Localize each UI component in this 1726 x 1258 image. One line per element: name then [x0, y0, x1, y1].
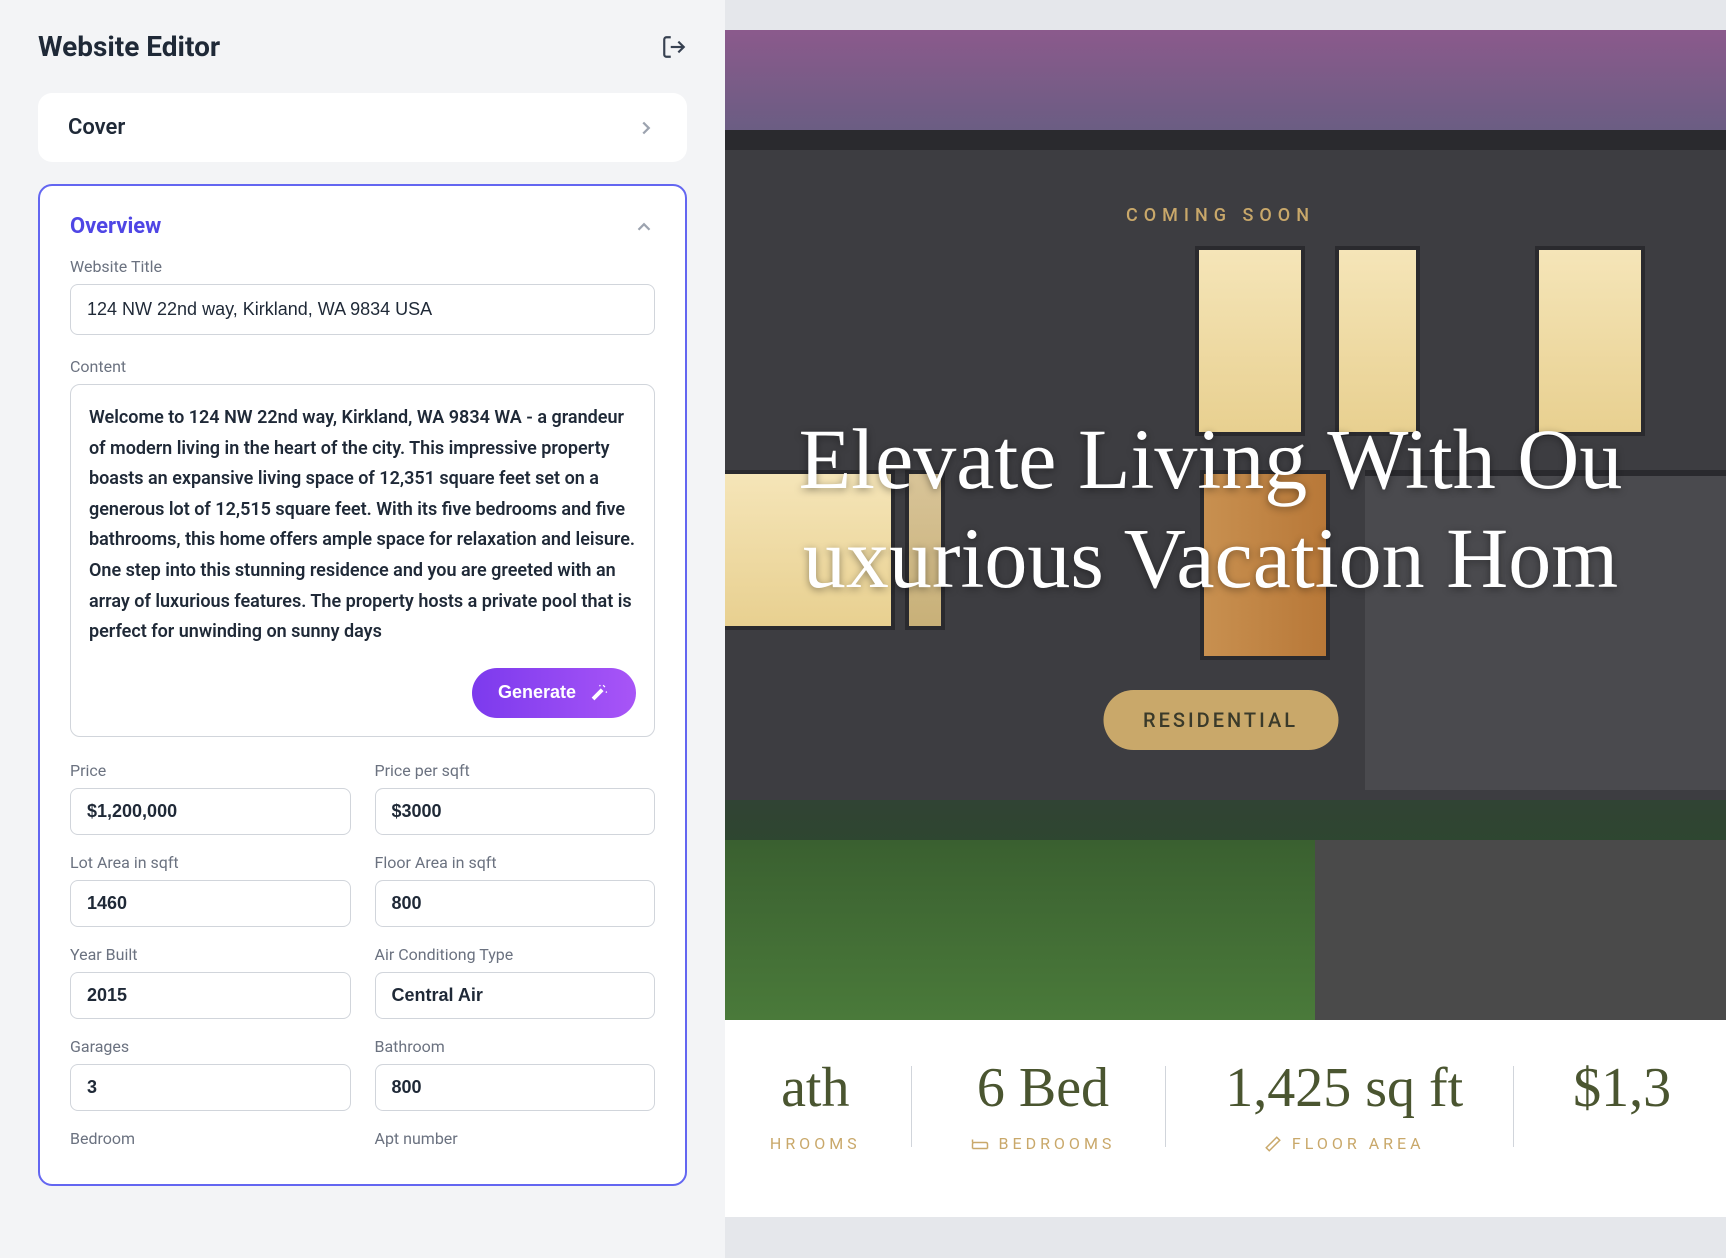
editor-panel: Website Editor Cover Overview Website Ti… [0, 0, 725, 1258]
stat-bath: ath HROOMS [770, 1056, 861, 1157]
stat-price-value: $1,3 [1573, 1056, 1671, 1120]
stats-bar: ath HROOMS 6 Bed BEDROOMS 1,425 sq ft FL… [725, 1020, 1726, 1217]
bed-icon [971, 1135, 989, 1153]
coming-soon-label: COMING SOON [1126, 205, 1315, 226]
ruler-icon [1264, 1135, 1282, 1153]
bathroom-label: Bathroom [375, 1037, 656, 1056]
floor-area-input[interactable] [375, 880, 656, 927]
ac-type-input[interactable] [375, 972, 656, 1019]
bathroom-input[interactable] [375, 1064, 656, 1111]
stat-price: $1,3 [1573, 1056, 1671, 1157]
garages-label: Garages [70, 1037, 351, 1056]
price-per-sqft-input[interactable] [375, 788, 656, 835]
cover-section-title: Cover [68, 115, 125, 140]
preview-panel: COMING SOON Elevate Living With Ou uxuri… [725, 0, 1726, 1258]
stat-bed-value: 6 Bed [971, 1056, 1116, 1120]
stat-floor: 1,425 sq ft FLOOR AREA [1225, 1056, 1463, 1157]
editor-header: Website Editor [38, 30, 687, 63]
wand-icon [588, 682, 610, 704]
residential-pill[interactable]: RESIDENTIAL [1103, 690, 1338, 750]
editor-title: Website Editor [38, 30, 220, 63]
chevron-up-icon [633, 216, 655, 238]
year-built-input[interactable] [70, 972, 351, 1019]
hero-title-line1: Elevate Living With Ou [799, 411, 1623, 507]
hero-title: Elevate Living With Ou uxurious Vacation… [725, 410, 1726, 608]
stat-floor-value: 1,425 sq ft [1225, 1056, 1463, 1120]
content-label: Content [70, 357, 655, 376]
generate-label: Generate [498, 682, 576, 703]
overview-title: Overview [70, 214, 161, 239]
generate-button[interactable]: Generate [472, 668, 636, 718]
hero-title-line2: uxurious Vacation Hom [803, 510, 1618, 606]
garages-input[interactable] [70, 1064, 351, 1111]
stat-floor-label: FLOOR AREA [1292, 1134, 1425, 1153]
price-per-sqft-label: Price per sqft [375, 761, 656, 780]
price-label: Price [70, 761, 351, 780]
price-input[interactable] [70, 788, 351, 835]
stat-bath-label: HROOMS [770, 1134, 861, 1153]
content-area: Welcome to 124 NW 22nd way, Kirkland, WA… [70, 384, 655, 737]
chevron-right-icon [635, 117, 657, 139]
hero-image: COMING SOON Elevate Living With Ou uxuri… [725, 30, 1726, 1020]
website-title-input[interactable] [70, 284, 655, 335]
stat-bed: 6 Bed BEDROOMS [971, 1056, 1116, 1157]
floor-area-label: Floor Area in sqft [375, 853, 656, 872]
website-title-label: Website Title [70, 257, 655, 276]
cover-section-card[interactable]: Cover [38, 93, 687, 162]
content-text[interactable]: Welcome to 124 NW 22nd way, Kirkland, WA… [89, 403, 636, 648]
fields-grid: Price Price per sqft Lot Area in sqft Fl… [70, 761, 655, 1156]
overview-section-card: Overview Website Title Content Welcome t… [38, 184, 687, 1186]
exit-icon[interactable] [661, 34, 687, 60]
lot-area-input[interactable] [70, 880, 351, 927]
stat-bath-value: ath [770, 1056, 861, 1120]
bedroom-label: Bedroom [70, 1129, 351, 1148]
stat-bed-label: BEDROOMS [999, 1134, 1116, 1153]
lot-area-label: Lot Area in sqft [70, 853, 351, 872]
overview-header[interactable]: Overview [70, 214, 655, 239]
apt-number-label: Apt number [375, 1129, 656, 1148]
ac-type-label: Air Conditiong Type [375, 945, 656, 964]
year-built-label: Year Built [70, 945, 351, 964]
